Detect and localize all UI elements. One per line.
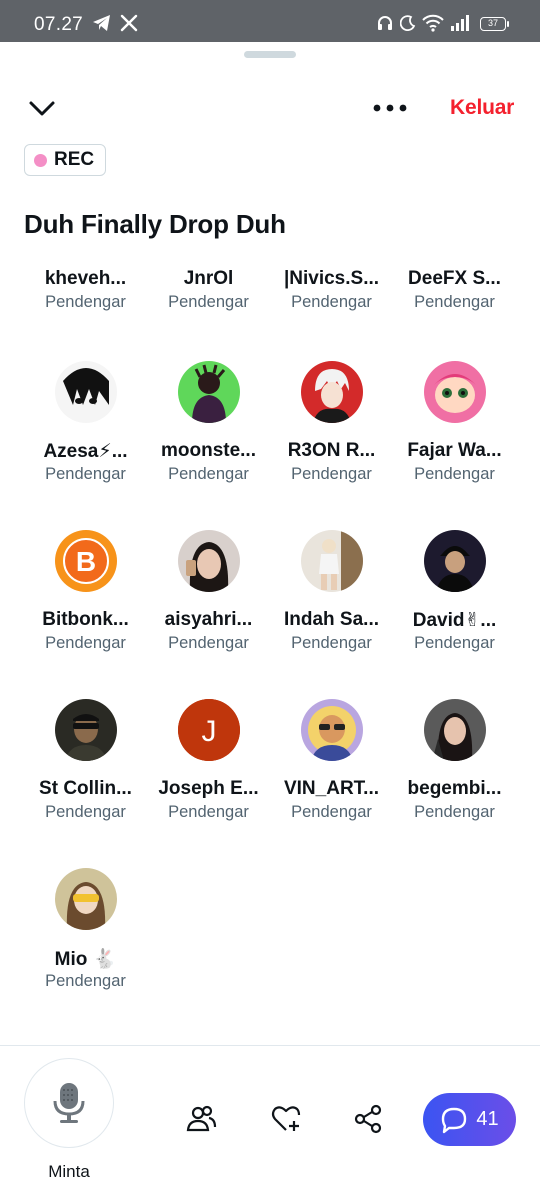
space-title: Duh Finally Drop Duh [24,209,286,239]
listener-avatar [178,530,240,592]
listener-name: |Nivics.S... [283,268,380,289]
collapse-chevron-icon[interactable] [27,96,57,120]
listener-item[interactable]: begembi... Pendengar [393,699,516,859]
listener-role: Pendengar [414,465,495,483]
listener-role: Pendengar [45,634,126,652]
listener-name: begembi... [407,778,502,799]
telegram-icon [92,13,112,33]
sheet-drag-handle[interactable] [244,51,296,58]
listener-item[interactable]: B Bitbonk... Pendengar [24,530,147,690]
listener-name: Fajar Wa... [407,440,502,461]
listener-item[interactable]: aisyahri... Pendengar [147,530,270,690]
status-bar: 07.27 37 [0,0,540,42]
listener-role: Pendengar [291,465,372,483]
listener-avatar [55,868,117,930]
request-mic-button[interactable] [24,1058,114,1148]
listener-role: Pendengar [168,465,249,483]
listener-role: Pendengar [45,293,126,311]
recording-badge: REC [24,144,106,176]
microphone-icon [53,1083,85,1123]
listener-role: Pendengar [414,293,495,311]
listener-avatar [424,530,486,592]
listener-item[interactable]: Fajar Wa... Pendengar [393,361,516,521]
share-icon[interactable] [352,1103,384,1135]
listener-role: Pendengar [45,465,126,483]
listener-name: Indah Sa... [283,609,380,630]
listener-avatar [424,699,486,761]
avatar-initial: J [202,715,217,748]
listener-item[interactable]: R3ON R... Pendengar [270,361,393,521]
listener-avatar [178,361,240,423]
battery-indicator: 37 [480,17,509,31]
listener-name: Azesa⚡... [43,441,128,462]
wifi-icon [422,13,444,33]
listener-role: Pendengar [168,634,249,652]
listener-role: Pendengar [291,634,372,652]
listener-item[interactable]: St Collin... Pendengar [24,699,147,859]
recording-label: REC [54,149,95,170]
listener-name: aisyahri... [164,609,253,630]
moon-icon [400,13,416,33]
listener-role: Pendengar [45,803,126,821]
listener-role: Pendengar [291,803,372,821]
leave-button[interactable]: Keluar [450,96,514,120]
listener-name: Joseph E... [158,778,259,799]
status-time: 07.27 [34,14,84,35]
listener-name: JnrOl [183,268,234,289]
listener-item[interactable]: VIN_ART... Pendengar [270,699,393,859]
request-mic-label: Minta [48,1162,90,1181]
heart-plus-icon[interactable] [270,1103,302,1135]
chat-bubble-icon [442,1107,467,1133]
more-options-icon[interactable] [372,98,408,118]
listener-role: Pendengar [291,293,372,311]
people-icon[interactable] [185,1103,217,1135]
listener-item[interactable]: Mio 🐇 Pendengar [24,868,147,1028]
listener-role: Pendengar [168,293,249,311]
listener-item[interactable]: J Joseph E... Pendengar [147,699,270,859]
listener-name: DeeFX S... [408,268,501,289]
listener-avatar: J [178,699,240,761]
listener-role: Pendengar [168,803,249,821]
listener-avatar [424,361,486,423]
listener-avatar [301,361,363,423]
listener-avatar: B [55,530,117,592]
bottom-divider [0,1045,540,1046]
listener-avatar [301,530,363,592]
listener-name: St Collin... [39,778,132,799]
chat-button[interactable]: 41 [423,1093,516,1146]
listener-item[interactable]: David✌... Pendengar [393,530,516,690]
listener-item[interactable]: Indah Sa... Pendengar [270,530,393,690]
listener-name: David✌... [412,610,497,631]
listener-name: moonste... [160,440,256,461]
x-logo-icon [120,13,138,33]
listener-name: R3ON R... [287,440,376,461]
listener-item[interactable]: moonste... Pendengar [147,361,270,521]
svg-text:B: B [76,546,96,577]
chat-count: 41 [476,1108,499,1130]
listener-avatar [301,699,363,761]
headphones-icon [376,13,394,33]
listener-role: Pendengar [45,972,126,990]
listener-name: Bitbonk... [42,609,129,630]
listener-role: Pendengar [414,634,495,652]
listener-role: Pendengar [414,803,495,821]
listener-avatar [55,699,117,761]
listener-name: VIN_ART... [283,778,380,799]
listener-name: kheveh... [44,268,127,289]
listener-item[interactable]: Azesa⚡... Pendengar [24,361,147,521]
recording-dot-icon [34,153,47,167]
signal-icon [450,13,472,33]
listener-avatar [55,361,117,423]
listener-name: Mio 🐇 [54,949,117,970]
